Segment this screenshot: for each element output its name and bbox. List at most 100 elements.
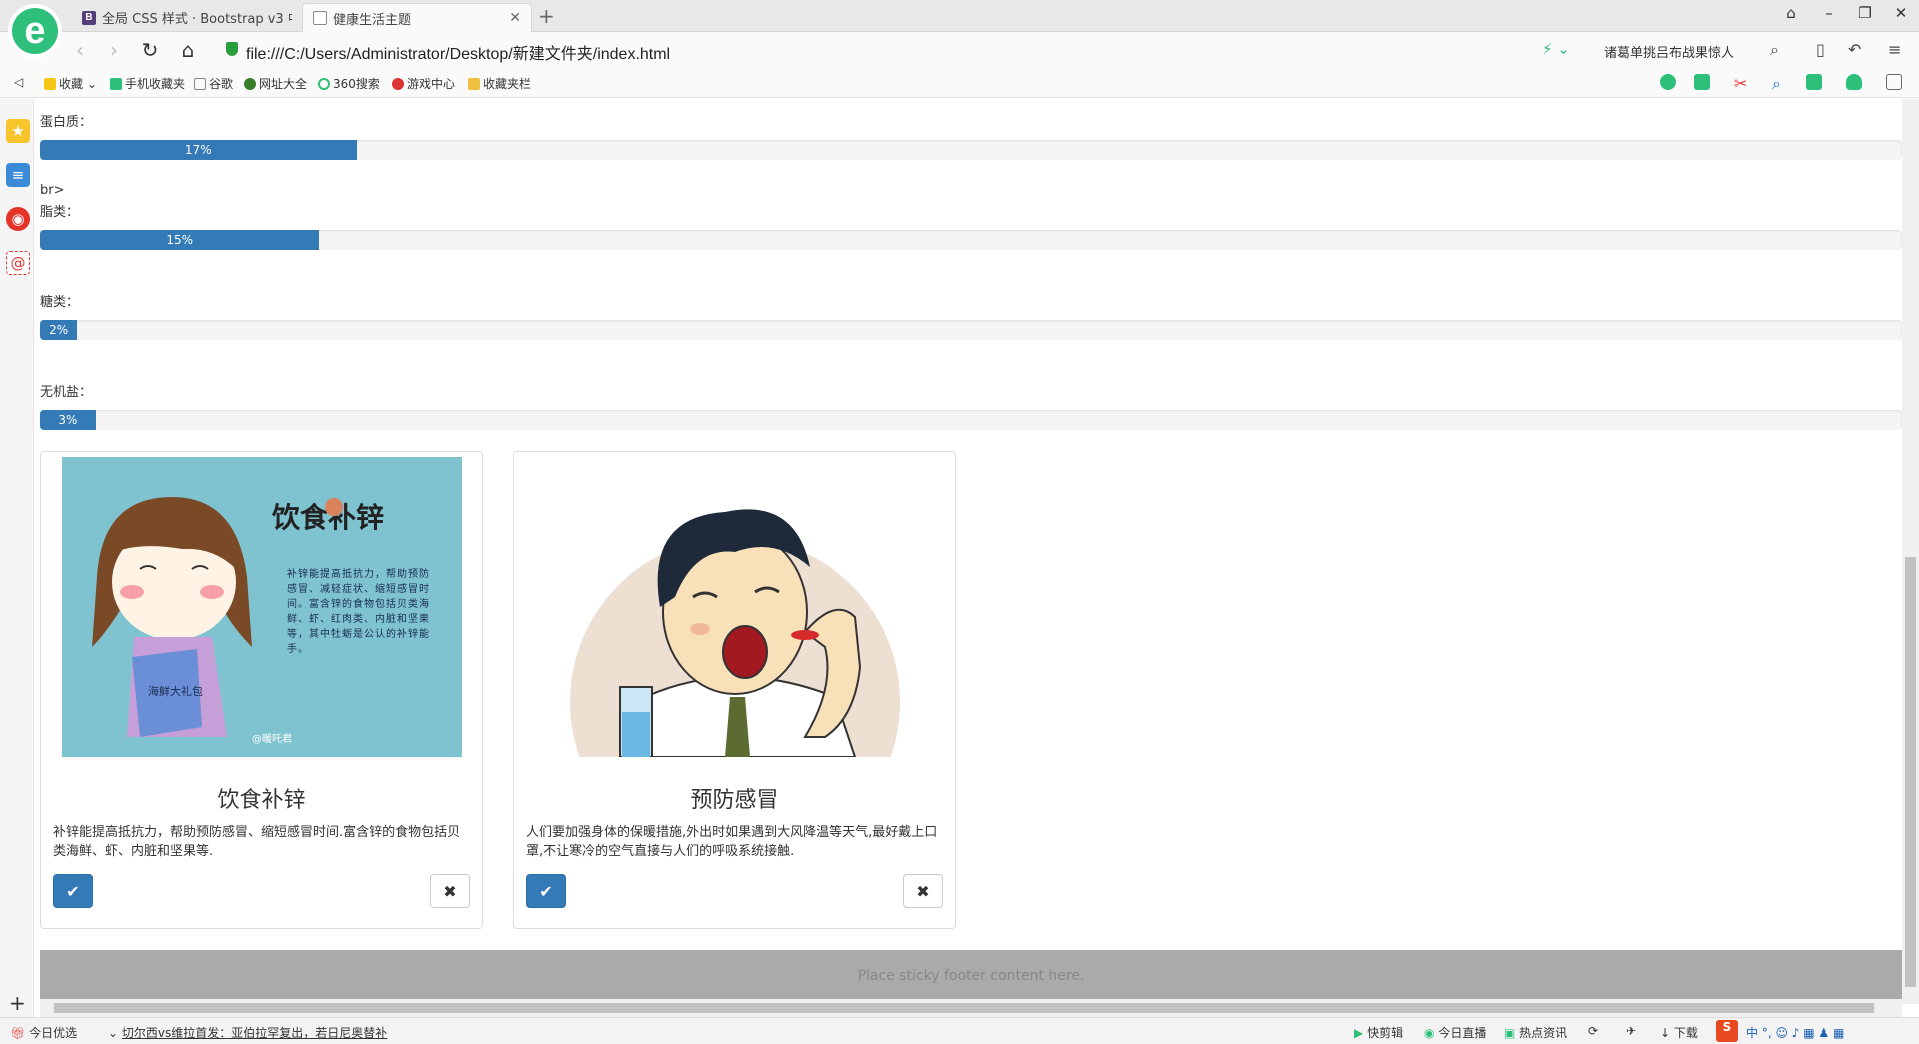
- live-icon: ◉: [1424, 1026, 1435, 1040]
- protein-label: 蛋白质：: [40, 115, 93, 130]
- tab-health-theme[interactable]: 健康生活主题 ✕: [302, 3, 532, 32]
- image-credit-text: @暖吒君: [252, 732, 292, 745]
- dismiss-button[interactable]: ✖: [903, 874, 943, 908]
- status-bar: 🎁︎ 今日优选 ⌄ 切尔西vs维拉首发：亚伯拉罕复出，若日尼奥替补 ▶ 快剪辑 …: [0, 1017, 1919, 1044]
- bookmark-games[interactable]: 游戏中心: [392, 75, 455, 92]
- browser-logo-icon[interactable]: e: [8, 4, 62, 58]
- gamepad-icon[interactable]: [1806, 74, 1822, 90]
- sugar-progress-bar: 2%: [40, 320, 78, 340]
- bookmark-mobile[interactable]: 手机收藏夹: [110, 75, 185, 92]
- tab-bootstrap-css[interactable]: B 全局 CSS 样式 · Bootstrap v3 中: [72, 3, 292, 32]
- page-content: 蛋白质： 17% br> 脂类： 15% 糖类： 2% 无机盐： 3% 海鲜大礼…: [40, 99, 1902, 999]
- search-suggestion[interactable]: 诸葛单挑吕布战果惊人: [1604, 42, 1734, 61]
- magnifier-icon[interactable]: ⌕: [1772, 74, 1788, 93]
- reload-button[interactable]: ↻: [138, 38, 162, 62]
- mail-at-icon[interactable]: @: [6, 251, 30, 275]
- address-input[interactable]: file:///C:/Users/Administrator/Desktop/新…: [246, 40, 670, 64]
- bookmark-google[interactable]: 谷歌: [194, 75, 233, 92]
- horizontal-scroll-thumb[interactable]: [54, 1003, 1874, 1013]
- scissors-icon[interactable]: ✂: [1734, 74, 1750, 93]
- sticky-footer: Place sticky footer content here.: [40, 950, 1902, 999]
- user-add-extension-icon[interactable]: [1694, 74, 1710, 90]
- sogou-ime-icon[interactable]: S: [1716, 1020, 1738, 1042]
- gift-icon: 🎁︎: [10, 1026, 26, 1040]
- game-icon: [392, 77, 404, 90]
- favorites-star-icon[interactable]: ★: [6, 119, 30, 143]
- mineral-progress: 3%: [40, 410, 1902, 430]
- folder-icon: [468, 77, 480, 90]
- daily-picks[interactable]: 🎁︎ 今日优选: [10, 1024, 77, 1041]
- dismiss-button[interactable]: ✖: [430, 874, 470, 908]
- horizontal-scrollbar[interactable]: [40, 999, 1902, 1017]
- sugar-label: 糖类：: [40, 295, 80, 310]
- shirt-icon[interactable]: ⌂: [1776, 4, 1806, 22]
- chevron-down-icon: ⌄: [108, 1026, 119, 1040]
- card-zinc: 海鲜大礼包 饮食补锌 补锌能提高抵抗力，帮助预防感冒、减轻症状、缩短感冒时间。富…: [40, 451, 483, 929]
- bookmark-favorites[interactable]: 收藏 ⌄: [44, 75, 97, 92]
- bookmark-folder[interactable]: 收藏夹栏: [468, 75, 531, 92]
- security-shield-icon: [226, 42, 238, 56]
- mobile-icon[interactable]: ▯: [1816, 40, 1825, 59]
- zinc-paragraph-text: 补锌能提高抵抗力，帮助预防感冒、减轻症状、缩短感冒时间。富含锌的食物包括贝类海鲜…: [287, 569, 430, 655]
- bookmark-360search[interactable]: 360搜索: [318, 75, 380, 92]
- undo-icon[interactable]: ↶: [1848, 40, 1861, 59]
- speed-mode-icon[interactable]: ⚡ ⌄: [1542, 40, 1570, 58]
- vertical-scroll-thumb[interactable]: [1905, 557, 1916, 987]
- shield-check-icon[interactable]: [1846, 74, 1862, 90]
- globe-icon: [244, 77, 256, 90]
- new-tab-button[interactable]: +: [538, 4, 555, 28]
- ime-tray-icons[interactable]: 中 °, ☺ ♪ ▦ ♟ ▦: [1746, 1024, 1844, 1041]
- quick-clip[interactable]: ▶ 快剪辑: [1354, 1024, 1403, 1041]
- navigation-bar: ‹ › ↻ ⌂ file:///C:/Users/Administrator/D…: [0, 32, 1919, 68]
- news-ticker[interactable]: ⌄ 切尔西vs维拉首发：亚伯拉罕复出，若日尼奥替补: [108, 1024, 387, 1041]
- check-icon: ✔: [539, 881, 553, 901]
- forward-button[interactable]: ›: [102, 38, 126, 62]
- phone-icon: [110, 77, 122, 90]
- protein-progress: 17%: [40, 140, 1902, 160]
- menu-icon[interactable]: ≡: [1888, 40, 1901, 59]
- bootstrap-icon: B: [82, 10, 96, 25]
- home-button[interactable]: ⌂: [176, 38, 200, 62]
- star-icon: [44, 77, 56, 90]
- card-title: 饮食补锌: [217, 788, 306, 813]
- cold-prevention-illustration: [535, 457, 935, 757]
- live-today[interactable]: ◉ 今日直播: [1424, 1024, 1486, 1041]
- protein-progress-bar: 17%: [40, 140, 357, 160]
- downloads[interactable]: ↓ 下载: [1660, 1024, 1698, 1041]
- stray-text: br>: [40, 183, 65, 198]
- bookmarks-bar: ◁ 收藏 ⌄ 手机收藏夹 谷歌 网址大全 360搜索 游戏中心 收藏夹栏 ✂ ⌕: [0, 68, 1919, 98]
- refresh-status-icon[interactable]: ⟳: [1588, 1024, 1598, 1038]
- bookmark-hao[interactable]: 网址大全: [244, 75, 307, 92]
- minimize-button[interactable]: –: [1814, 4, 1844, 22]
- apps-grid-icon[interactable]: [1886, 74, 1902, 90]
- card-text: 补锌能提高抵抗力，帮助预防感冒、缩短感冒时间.富含锌的食物包括贝类海鲜、虾、内脏…: [53, 825, 461, 859]
- close-tab-icon[interactable]: ✕: [499, 10, 521, 26]
- sidebar-toggle-icon[interactable]: ◁: [14, 75, 23, 89]
- news-icon: ▣: [1504, 1026, 1516, 1040]
- search-icon[interactable]: ⌕: [1770, 40, 1779, 60]
- pin-icon[interactable]: ✈: [1626, 1024, 1636, 1038]
- page-icon: [194, 77, 206, 90]
- document-icon: [313, 11, 327, 25]
- vertical-scrollbar[interactable]: [1902, 99, 1919, 1004]
- mineral-progress-bar: 3%: [40, 410, 96, 430]
- card-cold-prevention: 预防感冒 人们要加强身体的保暖措施,外出时如果遇到大风降温等天气,最好戴上口罩,…: [513, 451, 956, 929]
- close-icon: ✖: [443, 881, 457, 901]
- play-icon: ▶: [1354, 1026, 1364, 1040]
- tab-label: 健康生活主题: [333, 12, 412, 28]
- restore-button[interactable]: ❐: [1850, 4, 1880, 22]
- reading-list-icon[interactable]: ≡: [6, 163, 30, 187]
- hot-news[interactable]: ▣ 热点资讯: [1504, 1024, 1567, 1041]
- confirm-button[interactable]: ✔: [526, 874, 566, 908]
- weibo-icon[interactable]: ◉: [6, 207, 30, 231]
- mineral-label: 无机盐：: [40, 385, 93, 400]
- card-text: 人们要加强身体的保暖措施,外出时如果遇到大风降温等天气,最好戴上口罩,不让寒冷的…: [526, 825, 938, 859]
- confirm-button[interactable]: ✔: [53, 874, 93, 908]
- add-sidebar-item-icon[interactable]: +: [9, 991, 26, 1015]
- back-button[interactable]: ‹: [68, 38, 92, 62]
- 360-icon: [318, 77, 330, 90]
- close-window-button[interactable]: ✕: [1886, 4, 1916, 22]
- tab-label: 全局 CSS 样式 · Bootstrap v3 中: [102, 12, 292, 27]
- tab-bar: e B 全局 CSS 样式 · Bootstrap v3 中 健康生活主题 ✕ …: [0, 0, 1919, 58]
- chat-extension-icon[interactable]: [1660, 74, 1676, 90]
